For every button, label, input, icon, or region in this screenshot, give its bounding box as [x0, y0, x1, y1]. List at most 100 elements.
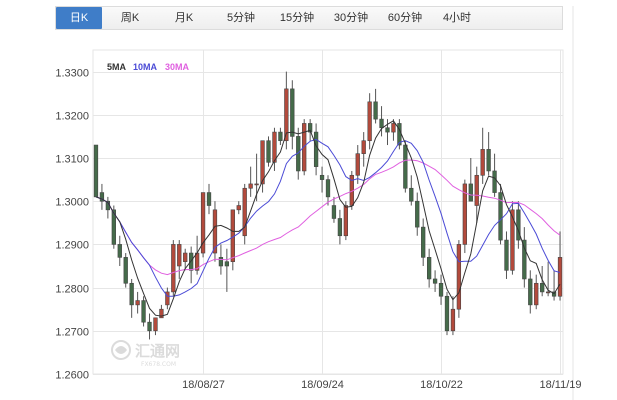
candle-body	[438, 282, 444, 297]
tab-15min[interactable]: 15分钟	[270, 7, 324, 29]
candle-body	[522, 239, 527, 280]
candle-body	[206, 192, 212, 206]
candle	[462, 179, 467, 254]
candle-body	[278, 131, 283, 142]
x-tick-label: 18/11/19	[539, 379, 581, 391]
candle	[200, 192, 206, 258]
candle-body	[361, 140, 366, 154]
watermark-brand: 汇通网	[135, 342, 180, 360]
y-tick-label: 1.2800	[55, 284, 89, 296]
candle-body	[557, 257, 563, 297]
x-tick-label: 18/09/24	[301, 379, 344, 391]
candle-body	[189, 252, 194, 271]
y-tick-label: 1.3100	[55, 154, 89, 166]
candle-body	[290, 88, 295, 137]
candle	[212, 201, 218, 262]
candle-body	[218, 257, 224, 267]
candle-body	[236, 205, 241, 211]
legend-item-1: 10MA	[133, 62, 158, 72]
candle-body	[432, 278, 438, 284]
candle-body	[266, 140, 271, 163]
tab-60min[interactable]: 60分钟	[378, 7, 432, 29]
candle-body	[421, 226, 426, 258]
candle-body	[272, 131, 277, 163]
tab-daily-k[interactable]: 日K	[56, 7, 102, 29]
candle-body	[355, 153, 360, 176]
candle-body	[367, 101, 372, 142]
candle	[93, 144, 99, 198]
candle-body	[492, 170, 497, 193]
candle	[444, 291, 450, 336]
y-tick-label: 1.2900	[55, 240, 89, 252]
candle-body	[444, 295, 450, 332]
y-tick-label: 1.3300	[55, 68, 89, 80]
candle-body	[135, 300, 140, 306]
candle-body	[319, 174, 325, 180]
candle-body	[177, 244, 182, 267]
tab-monthly-k[interactable]: 月K	[162, 7, 206, 29]
candle-body	[474, 174, 479, 206]
candle-body	[331, 205, 337, 219]
candle	[367, 93, 372, 150]
candle-body	[486, 149, 491, 172]
candle	[230, 209, 235, 271]
candle-body	[129, 282, 134, 306]
y-tick-label: 1.2600	[55, 370, 89, 382]
candle-body	[93, 144, 99, 198]
candle-body	[480, 149, 485, 176]
candle-body	[343, 205, 348, 237]
candle-body	[426, 257, 432, 280]
y-tick-label: 1.2700	[55, 327, 89, 339]
candle-body	[403, 144, 408, 189]
y-tick-label: 1.3000	[55, 197, 89, 209]
candle-body	[248, 183, 253, 189]
tab-weekly-k[interactable]: 周K	[108, 7, 152, 29]
candle-body	[504, 239, 509, 271]
legend-item-2: 30MA	[165, 62, 190, 72]
candle	[123, 253, 128, 288]
candle	[456, 240, 462, 318]
candle-body	[379, 118, 384, 129]
candle-body	[200, 192, 206, 254]
candle	[141, 296, 146, 327]
candle-body	[153, 317, 158, 332]
candle-body	[141, 300, 146, 323]
candle-body	[325, 179, 331, 198]
candle-body	[224, 261, 230, 267]
candle-body	[313, 131, 319, 167]
candle-body	[171, 244, 176, 293]
candle-body	[540, 282, 545, 293]
candle	[403, 140, 408, 193]
candle-body	[415, 200, 420, 228]
candle-body	[534, 282, 539, 306]
candle-body	[468, 183, 473, 202]
candle	[242, 183, 247, 245]
candle-body	[337, 218, 343, 237]
candle	[510, 201, 515, 275]
y-tick-label: 1.3200	[55, 111, 89, 123]
candle-body	[391, 123, 396, 133]
candle-body	[373, 101, 378, 120]
candle	[266, 136, 271, 167]
x-tick-label: 18/08/27	[182, 379, 225, 391]
candle-body	[260, 140, 265, 185]
tab-30min[interactable]: 30分钟	[324, 7, 378, 29]
candle-body	[123, 257, 128, 284]
legend: 5MA 10MA 30MA	[107, 62, 190, 72]
candle-body	[545, 291, 551, 294]
candle	[498, 183, 503, 245]
candle-body	[456, 244, 462, 310]
legend-item-0: 5MA	[107, 62, 127, 72]
candle-body	[528, 278, 533, 306]
candle-body	[254, 183, 259, 186]
tab-4hour[interactable]: 4小时	[432, 7, 482, 29]
tab-5min[interactable]: 5分钟	[216, 7, 266, 29]
candle-body	[385, 127, 390, 133]
candle	[171, 240, 176, 297]
candle-body	[147, 321, 152, 332]
kline-chart: 汇通网 FX678.COM 1.3300 1.3200 1.3100 1.3000 1.…	[0, 0, 617, 400]
watermark-url: FX678.COM	[141, 361, 176, 368]
period-tab-bar: 日K 周K 月K 5分钟 15分钟 30分钟 60分钟 4小时	[55, 6, 563, 30]
x-tick-label: 18/10/22	[420, 379, 463, 391]
candle	[111, 205, 116, 249]
